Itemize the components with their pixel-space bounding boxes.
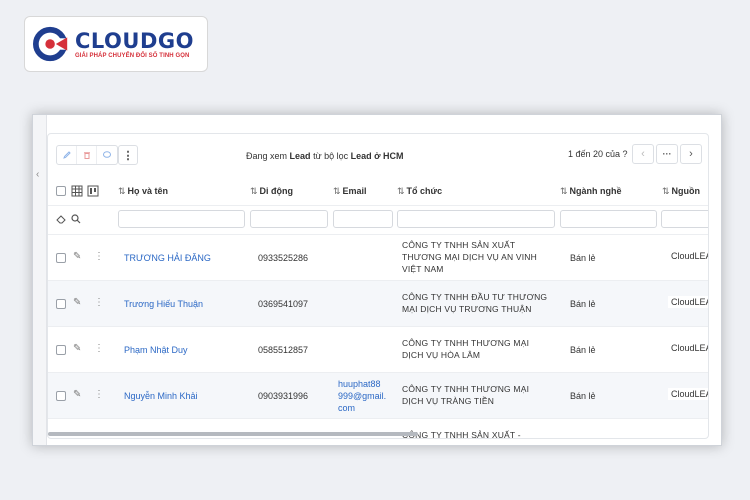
column-label: Di động [259,186,294,196]
table-row[interactable]: ✎ ⋮ Phạm Nhật Duy 0585512857 CÔNG TY TNH… [48,326,708,372]
comment-button[interactable] [97,146,117,164]
org-cell: CÔNG TY TNHH ĐẦU TƯ THƯƠNG MẠI DỊCH VỤ T… [402,292,548,314]
column-header-industry[interactable]: ⇅ Ngành nghề [560,186,622,197]
mobile-cell: 0585512857 [258,345,309,355]
collapsed-sidebar[interactable]: ‹ [33,115,47,445]
more-actions-button[interactable]: ⋮ [118,145,138,165]
pencil-icon[interactable]: ✎ [73,343,81,354]
search-mobile-input[interactable] [250,210,328,228]
eraser-icon[interactable] [56,214,68,224]
more-pages-button[interactable]: ··· [656,144,678,164]
industry-cell: Bán lẻ [570,391,596,401]
pencil-icon [62,151,71,159]
email-link[interactable]: huuphat88 999@gmail. com [338,378,390,414]
sort-icon: ⇅ [333,186,341,196]
table-row[interactable]: ✎ ⋮ TRƯƠNG HẢI ĐĂNG 0933525286 CÔNG TY T… [48,234,708,280]
filter-module: Lead [289,151,311,161]
column-search-row [48,206,708,232]
next-page-button[interactable]: › [680,144,702,164]
search-icon[interactable] [71,214,81,224]
mobile-cell: 0903931996 [258,391,309,401]
brand-tagline: GIẢI PHÁP CHUYỂN ĐỔI SỐ TINH GỌN [75,52,190,59]
sort-icon: ⇅ [560,186,568,196]
column-label: Họ và tên [127,186,169,196]
sort-icon: ⇅ [250,186,258,196]
source-cell: CloudLEA [668,250,708,262]
search-email-input[interactable] [333,210,393,228]
source-cell: CloudLEA [668,342,708,354]
list-toolbar: ⋮ Đang xem Lead từ bộ lọc Lead ở HCM 1 đ… [48,134,708,174]
column-header-source[interactable]: ⇅ Nguồn [662,186,700,197]
table-icon[interactable] [71,185,83,197]
brand-name: CLOUDGO [75,28,194,53]
column-label: Ngành nghề [569,186,622,196]
filter-prefix: Đang xem [246,151,288,161]
search-name-input[interactable] [118,210,245,228]
column-label: Nguồn [671,186,701,196]
row-menu-icon[interactable]: ⋮ [94,389,104,400]
prev-page-button[interactable]: ‹ [632,144,654,164]
list-view-panel: ⋮ Đang xem Lead từ bộ lọc Lead ở HCM 1 đ… [47,133,709,439]
row-checkbox[interactable] [56,391,66,401]
row-checkbox[interactable] [56,253,66,263]
row-checkbox[interactable] [56,299,66,309]
pencil-icon[interactable]: ✎ [73,389,81,400]
source-cell: CloudLEA [668,388,708,400]
horizontal-scrollbar[interactable] [48,432,418,436]
table-row[interactable]: ✎ ⋮ Trương Hiếu Thuận 0369541097 CÔNG TY… [48,280,708,326]
edit-button[interactable] [57,146,77,164]
search-source-input[interactable] [661,210,708,228]
industry-cell: Bán lẻ [570,299,596,309]
search-org-input[interactable] [397,210,555,228]
sort-icon: ⇅ [118,186,126,196]
row-checkbox[interactable] [56,345,66,355]
comment-icon [103,151,111,158]
cloudgo-logo-icon [33,26,71,62]
chevron-left-icon[interactable]: ‹ [36,169,39,180]
org-cell: CÔNG TY TNHH THƯƠNG MẠI DỊCH VỤ TRÀNG TI… [402,384,530,406]
row-menu-icon[interactable]: ⋮ [94,251,104,262]
search-industry-input[interactable] [560,210,657,228]
table-row[interactable]: ✎ ⋮ Nguyễn Minh Khải 0903931996 huuphat8… [48,372,708,418]
industry-cell: Bán lẻ [570,253,596,263]
column-header-name[interactable]: ⇅ Họ và tên [118,186,168,197]
mobile-cell: 0369541097 [258,299,309,309]
columns-icon[interactable] [87,185,99,197]
column-label: Email [342,186,367,196]
mobile-cell: 0933525286 [258,253,309,263]
pencil-icon[interactable]: ✎ [73,297,81,308]
industry-cell: Bán lẻ [570,345,596,355]
select-all-checkbox[interactable] [56,186,66,196]
org-cell: CÔNG TY TNHH THƯƠNG MẠI DỊCH VỤ HÒA LÂM [402,338,530,360]
pencil-icon[interactable]: ✎ [73,251,81,262]
filter-mid: từ bộ lọc [313,151,349,161]
org-cell: CÔNG TY TNHH SẢN XUẤT - [402,430,521,439]
trash-icon [83,152,90,159]
column-header-mobile[interactable]: ⇅ Di động [250,186,293,197]
lead-name-link[interactable]: Trương Hiếu Thuận [124,298,203,310]
sort-icon: ⇅ [397,186,405,196]
org-cell: CÔNG TY TNHH SẢN XUẤT THƯƠNG MẠI DỊCH VỤ… [402,240,537,274]
pagination-info: 1 đến 20 của ? [568,149,628,159]
lead-name-link[interactable]: Phạm Nhật Duy [124,344,188,356]
delete-button[interactable] [77,146,97,164]
lead-name-link[interactable]: TRƯƠNG HẢI ĐĂNG [124,252,211,264]
app-window: ‹ ⋮ Đang xem Lead từ bộ lọc Lead ở HCM 1… [32,114,722,446]
table-header: ⇅ Họ và tên ⇅ Di động ⇅ Email ⇅ Tổ chức ⇅ Ngà… [48,176,708,206]
row-menu-icon[interactable]: ⋮ [94,343,104,354]
source-cell: CloudLEA [668,296,708,308]
filter-name: Lead ở HCM [350,151,404,161]
column-header-email[interactable]: ⇅ Email [333,186,367,197]
column-header-org[interactable]: ⇅ Tổ chức [397,186,442,197]
row-menu-icon[interactable]: ⋮ [94,297,104,308]
action-button-group [56,145,118,165]
column-label: Tổ chức [406,186,443,196]
filter-description: Đang xem Lead từ bộ lọc Lead ở HCM [246,151,404,161]
sort-icon: ⇅ [662,186,670,196]
lead-name-link[interactable]: Nguyễn Minh Khải [124,390,198,402]
brand-logo: CLOUDGO GIẢI PHÁP CHUYỂN ĐỔI SỐ TINH GỌN [24,16,208,72]
